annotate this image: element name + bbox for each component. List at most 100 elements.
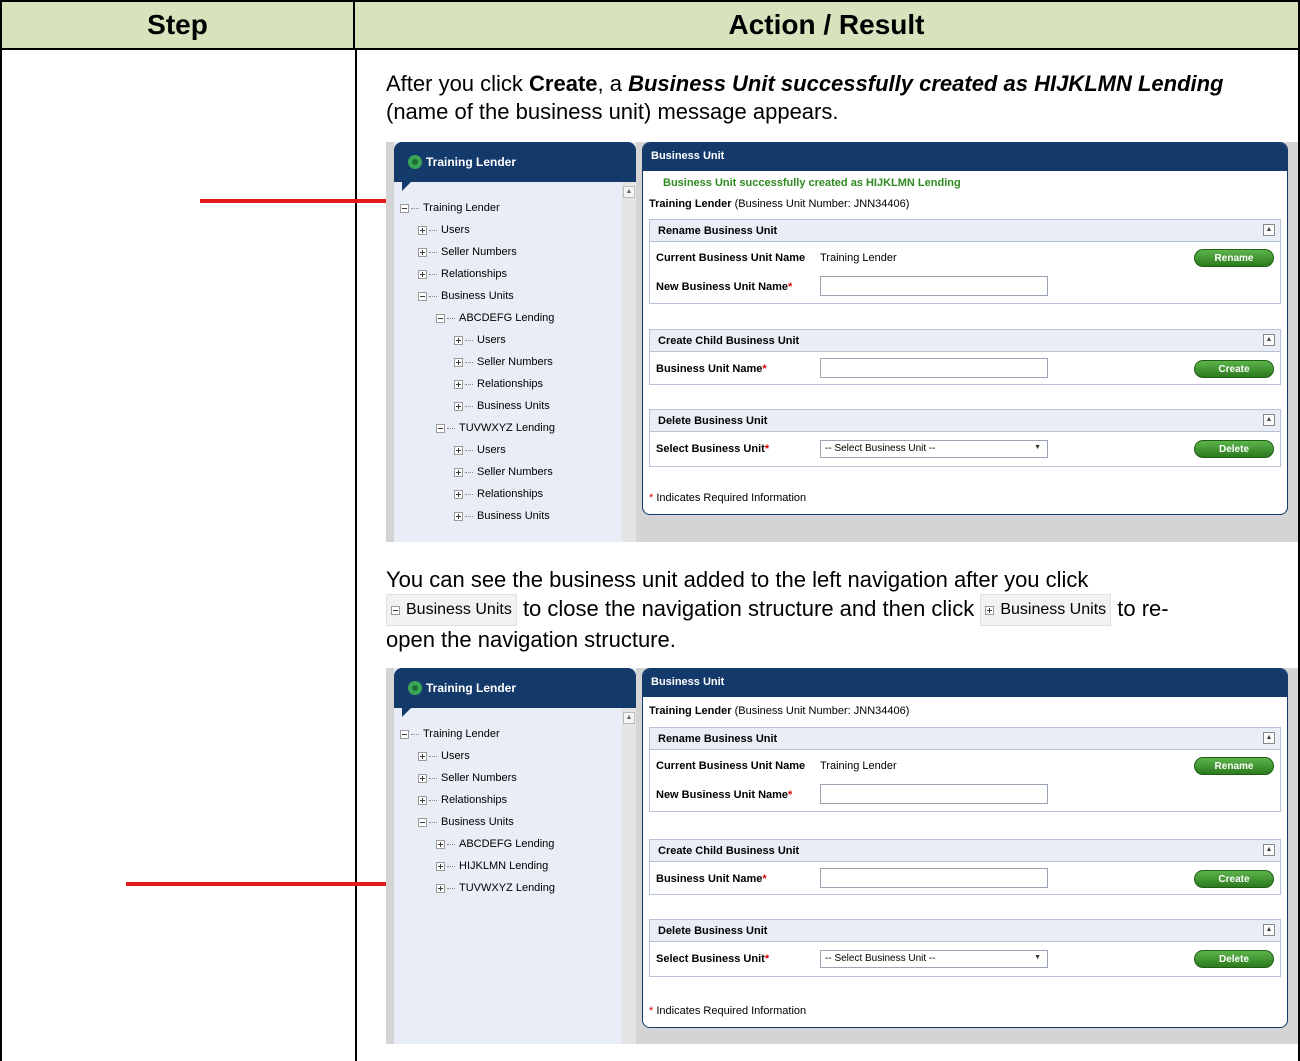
tree-item-relationships[interactable]: Relationships — [454, 488, 543, 500]
collapse-icon[interactable]: ▲ — [1263, 924, 1275, 936]
plus-icon[interactable] — [454, 357, 463, 367]
plus-icon[interactable] — [454, 401, 463, 411]
rename-button[interactable]: Rename — [1194, 249, 1274, 267]
minus-icon[interactable] — [400, 203, 409, 213]
minus-icon[interactable] — [436, 313, 445, 323]
plus-icon[interactable] — [454, 511, 463, 521]
header-step: Step — [2, 2, 355, 48]
new-name-input[interactable] — [820, 276, 1048, 296]
collapse-icon[interactable]: ▲ — [1263, 732, 1275, 744]
tree-item-abcdefg-lending[interactable]: ABCDEFG Lending — [436, 312, 554, 324]
plus-icon[interactable] — [454, 335, 463, 345]
create-button[interactable]: Create — [1194, 870, 1274, 888]
business-unit-number: Training Lender (Business Unit Number: J… — [649, 705, 910, 717]
tree-item-users[interactable]: Users — [454, 334, 506, 346]
business-unit-number: Training Lender (Business Unit Number: J… — [649, 198, 910, 210]
tree-item-users[interactable]: Users — [418, 224, 470, 236]
screenshot-business-unit-navigation: Training Lender ▲ Training Lender Users … — [386, 668, 1298, 1044]
tree-item-business-units[interactable]: Business Units — [454, 510, 550, 522]
expand-business-units-chip: Business Units — [980, 594, 1112, 626]
panel-title: Business Unit — [643, 143, 1287, 171]
tree-item-seller-numbers[interactable]: Seller Numbers — [418, 246, 517, 258]
header-action-result: Action / Result — [728, 9, 925, 40]
collapse-icon[interactable]: ▲ — [1263, 334, 1275, 346]
create-button[interactable]: Create — [1194, 360, 1274, 378]
instruction-paragraph-1: After you click Create, a Business Unit … — [386, 70, 1266, 126]
plus-icon — [985, 605, 995, 615]
left-navigation: Training Lender ▲ Training Lender Users … — [394, 668, 636, 1044]
para1-text-post: (name of the business unit) message appe… — [386, 99, 839, 124]
tree-item-business-units[interactable]: Business Units — [418, 816, 514, 828]
rename-section-header: Rename Business Unit ▲ — [650, 728, 1280, 750]
new-name-input[interactable] — [820, 784, 1048, 804]
tree-item-users[interactable]: Users — [454, 444, 506, 456]
select-bu-label: Select Business Unit* — [656, 953, 770, 965]
tree-item-business-units[interactable]: Business Units — [418, 290, 514, 302]
tree-item-business-units[interactable]: Business Units — [454, 400, 550, 412]
plus-icon[interactable] — [418, 751, 427, 761]
minus-icon[interactable] — [436, 423, 445, 433]
table-header: Step Action / Result — [2, 2, 1298, 50]
delete-section-header: Delete Business Unit ▲ — [650, 410, 1280, 432]
scroll-up-icon[interactable]: ▲ — [623, 712, 635, 724]
tree-item-seller-numbers[interactable]: Seller Numbers — [454, 356, 553, 368]
plus-icon[interactable] — [418, 795, 427, 805]
current-name-label: Current Business Unit Name — [656, 760, 806, 772]
tree-item-relationships[interactable]: Relationships — [418, 268, 507, 280]
create-child-section: Create Child Business Unit ▲ Business Uni… — [649, 839, 1281, 895]
plus-icon[interactable] — [436, 861, 445, 871]
select-bu-dropdown[interactable]: -- Select Business Unit -- — [820, 950, 1048, 968]
para1-success-message: Business Unit successfully created as HI… — [628, 71, 1224, 96]
plus-icon[interactable] — [418, 225, 427, 235]
delete-button[interactable]: Delete — [1194, 440, 1274, 458]
nav-title: Training Lender — [426, 681, 517, 695]
tree-item-tuvwxyz-lending[interactable]: TUVWXYZ Lending — [436, 882, 555, 894]
rename-section-header: Rename Business Unit ▲ — [650, 220, 1280, 242]
tree-item-hijklmn-lending[interactable]: HIJKLMN Lending — [436, 860, 548, 872]
delete-section-header: Delete Business Unit ▲ — [650, 920, 1280, 942]
rename-button[interactable]: Rename — [1194, 757, 1274, 775]
select-bu-dropdown[interactable]: -- Select Business Unit -- — [820, 440, 1048, 458]
minus-icon[interactable] — [418, 817, 427, 827]
plus-icon[interactable] — [436, 839, 445, 849]
tree-item-tuvwxyz-lending[interactable]: TUVWXYZ Lending — [436, 422, 555, 434]
tree-item-abcdefg-lending[interactable]: ABCDEFG Lending — [436, 838, 554, 850]
child-name-input[interactable] — [820, 868, 1048, 888]
delete-button[interactable]: Delete — [1194, 950, 1274, 968]
scroll-up-icon[interactable]: ▲ — [623, 186, 635, 198]
collapse-icon[interactable]: ▲ — [1263, 414, 1275, 426]
plus-icon[interactable] — [418, 269, 427, 279]
left-navigation: Training Lender ▲ Training Lender Users … — [394, 142, 636, 542]
success-message: Business Unit successfully created as HI… — [663, 177, 961, 189]
collapse-icon[interactable]: ▲ — [1263, 844, 1275, 856]
plus-icon[interactable] — [454, 489, 463, 499]
child-name-label: Business Unit Name* — [656, 363, 767, 375]
plus-icon[interactable] — [454, 467, 463, 477]
plus-icon[interactable] — [418, 773, 427, 783]
minus-icon — [391, 605, 400, 615]
tree-item-relationships[interactable]: Relationships — [418, 794, 507, 806]
child-name-label: Business Unit Name* — [656, 873, 767, 885]
tree-item-training-lender[interactable]: Training Lender — [400, 728, 500, 740]
new-name-label: New Business Unit Name* — [656, 281, 793, 293]
tree-item-users[interactable]: Users — [418, 750, 470, 762]
minus-icon[interactable] — [400, 729, 409, 739]
tree-item-training-lender[interactable]: Training Lender — [400, 202, 500, 214]
nav-scrollbar[interactable]: ▲ — [622, 182, 636, 542]
plus-icon[interactable] — [436, 883, 445, 893]
business-unit-panel: Business Unit Training Lender (Business … — [642, 668, 1288, 1028]
tree-item-seller-numbers[interactable]: Seller Numbers — [418, 772, 517, 784]
tree-item-seller-numbers[interactable]: Seller Numbers — [454, 466, 553, 478]
plus-icon[interactable] — [454, 445, 463, 455]
minus-icon[interactable] — [418, 291, 427, 301]
child-name-input[interactable] — [820, 358, 1048, 378]
collapse-icon[interactable]: ▲ — [1263, 224, 1275, 236]
instruction-paragraph-2: You can see the business unit added to t… — [386, 566, 1266, 654]
nav-scrollbar[interactable]: ▲ — [622, 708, 636, 1044]
para1-create-word: Create — [529, 71, 598, 96]
tree-item-relationships[interactable]: Relationships — [454, 378, 543, 390]
plus-icon[interactable] — [418, 247, 427, 257]
plus-icon[interactable] — [454, 379, 463, 389]
business-unit-panel: Business Unit Business Unit successfully… — [642, 142, 1288, 515]
create-child-section: Create Child Business Unit ▲ Business Uni… — [649, 329, 1281, 385]
